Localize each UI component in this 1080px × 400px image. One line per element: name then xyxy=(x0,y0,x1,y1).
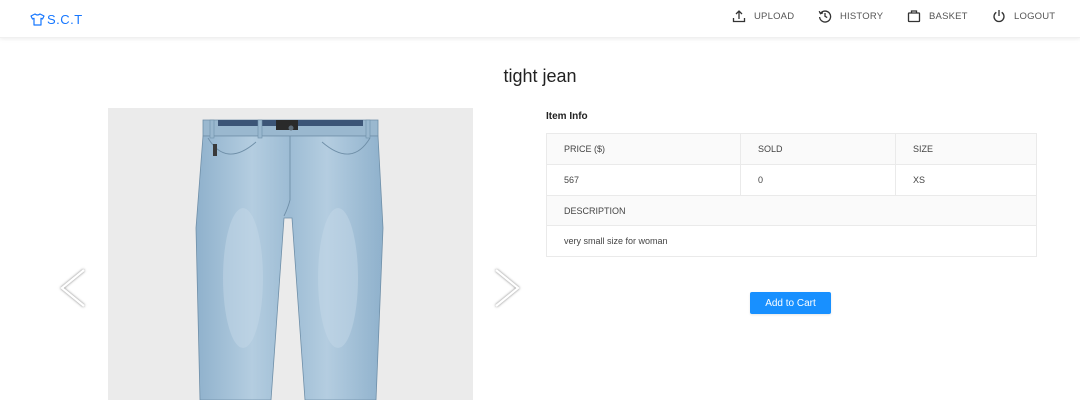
table-divider xyxy=(547,195,1036,196)
history-icon xyxy=(818,10,832,23)
nav-basket-label: BASKET xyxy=(929,10,968,22)
carousel-prev-button[interactable] xyxy=(58,266,90,310)
nav-upload-label: UPLOAD xyxy=(754,10,795,22)
product-title: tight jean xyxy=(503,66,577,86)
top-navbar: S.C.T UPLOAD HISTORY BASKET LOGOUT xyxy=(0,0,1080,38)
price-header: PRICE ($) xyxy=(547,134,741,164)
upload-icon xyxy=(732,10,746,23)
add-to-cart-button[interactable]: Add to Cart xyxy=(750,292,831,314)
item-info-heading: Item Info xyxy=(546,111,588,122)
table-divider xyxy=(547,164,1036,165)
nav-upload[interactable]: UPLOAD xyxy=(732,5,794,27)
sold-value: 0 xyxy=(758,175,764,185)
item-info-table: PRICE ($) SOLD SIZE 567 0 XS DESCRIPTION… xyxy=(546,133,1037,257)
chevron-right-icon xyxy=(495,269,520,307)
sold-header: SOLD xyxy=(741,134,896,164)
product-image xyxy=(108,108,473,400)
carousel-next-button[interactable] xyxy=(490,266,522,310)
description-header: DESCRIPTION xyxy=(547,196,1036,225)
size-header: SIZE xyxy=(896,134,1036,164)
chevron-left-icon xyxy=(60,269,85,307)
price-value: 567 xyxy=(564,175,580,185)
nav-history-label: HISTORY xyxy=(840,10,884,22)
basket-icon xyxy=(907,10,921,23)
shirt-icon xyxy=(30,12,45,26)
brand-logo[interactable]: S.C.T xyxy=(30,10,83,28)
brand-name: S.C.T xyxy=(47,11,83,27)
table-divider xyxy=(547,225,1036,226)
jeans-image xyxy=(195,119,384,400)
power-icon xyxy=(993,10,1005,23)
nav-history[interactable]: HISTORY xyxy=(818,5,883,27)
nav-logout-label: LOGOUT xyxy=(1014,10,1056,22)
nav-logout[interactable]: LOGOUT xyxy=(992,5,1055,27)
description-value: very small size for woman xyxy=(564,235,668,246)
nav-basket[interactable]: BASKET xyxy=(907,5,968,27)
size-value: XS xyxy=(913,175,926,185)
